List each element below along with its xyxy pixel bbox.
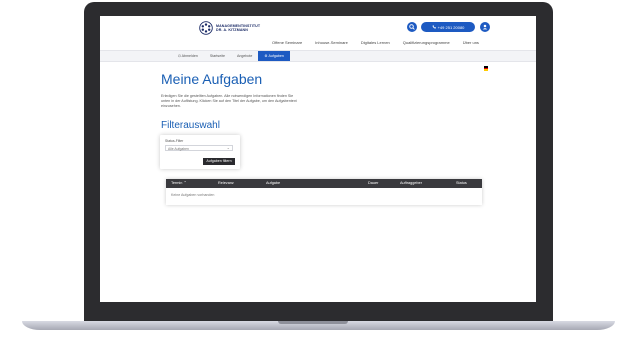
page-title: Meine Aufgaben <box>161 71 263 87</box>
nav-ueber-uns[interactable]: Über uns <box>463 40 479 45</box>
filter-label: Status-Filter <box>165 139 184 143</box>
nav-digitales-lernen[interactable]: Digitales Lernen <box>361 40 390 45</box>
col-relevanz[interactable]: Relevanz <box>218 179 234 188</box>
status-filter-value: Alle Aufgaben <box>168 147 189 151</box>
chevron-down-icon: ⌄ <box>226 145 230 150</box>
laptop-notch <box>278 321 348 324</box>
col-auftraggeber[interactable]: Auftraggeber <box>400 179 422 188</box>
main-navigation: Offene Seminare Inhouse-Seminare Digital… <box>272 40 479 45</box>
status-filter-select[interactable]: Alle Aufgaben ⌄ <box>165 145 233 151</box>
col-status[interactable]: Status <box>456 179 467 188</box>
nav-inhouse-seminare[interactable]: Inhouse-Seminare <box>315 40 348 45</box>
account-subnav: ⏻ Abmelden Startseite Angebote ⚙ Aufgabe… <box>100 50 536 62</box>
german-flag-icon[interactable] <box>484 66 488 71</box>
nav-qualifizierungsprogramme[interactable]: Qualifizierungsprogramme <box>403 40 450 45</box>
filter-heading: Filterauswahl <box>161 120 220 131</box>
phone-icon <box>432 25 436 29</box>
page-intro: Erledigen Sie die gestellten Aufgaben. A… <box>161 94 297 109</box>
col-dauer[interactable]: Dauer <box>368 179 378 188</box>
filter-panel: Status-Filter Alle Aufgaben ⌄ Aufgaben f… <box>160 135 240 169</box>
account-button[interactable] <box>480 22 490 32</box>
subnav-abmelden[interactable]: ⏻ Abmelden <box>172 51 204 61</box>
col-aufgabe[interactable]: Aufgabe <box>266 179 280 188</box>
nav-offene-seminare[interactable]: Offene Seminare <box>272 40 302 45</box>
sort-icon: ⌃ <box>182 181 187 185</box>
subnav-angebote[interactable]: Angebote <box>231 51 258 61</box>
user-icon <box>482 24 488 30</box>
phone-number: +49 251 20080 <box>437 24 465 30</box>
logo-line-2: DR. A. KITZMANN <box>216 28 248 33</box>
tasks-table: Termin ⌃ Relevanz Aufgabe Dauer Auftragg… <box>166 179 482 205</box>
col-termin[interactable]: Termin ⌃ <box>171 179 187 188</box>
subnav-startseite[interactable]: Startseite <box>204 51 231 61</box>
search-icon <box>409 24 415 30</box>
search-button[interactable] <box>407 22 417 32</box>
filter-button[interactable]: Aufgaben filtern <box>203 158 235 165</box>
institute-logo-icon[interactable] <box>199 21 213 35</box>
table-header: Termin ⌃ Relevanz Aufgabe Dauer Auftragg… <box>166 179 482 188</box>
table-empty-row: Keine Aufgaben vorhanden <box>171 193 215 197</box>
institute-logo-text[interactable]: MANAGEMENTINSTITUT DR. A. KITZMANN <box>216 24 260 33</box>
phone-button[interactable]: +49 251 20080 <box>421 22 475 32</box>
subnav-aufgaben[interactable]: ⚙ Aufgaben <box>258 51 290 61</box>
laptop-screen: MANAGEMENTINSTITUT DR. A. KITZMANN +49 2… <box>100 16 536 302</box>
